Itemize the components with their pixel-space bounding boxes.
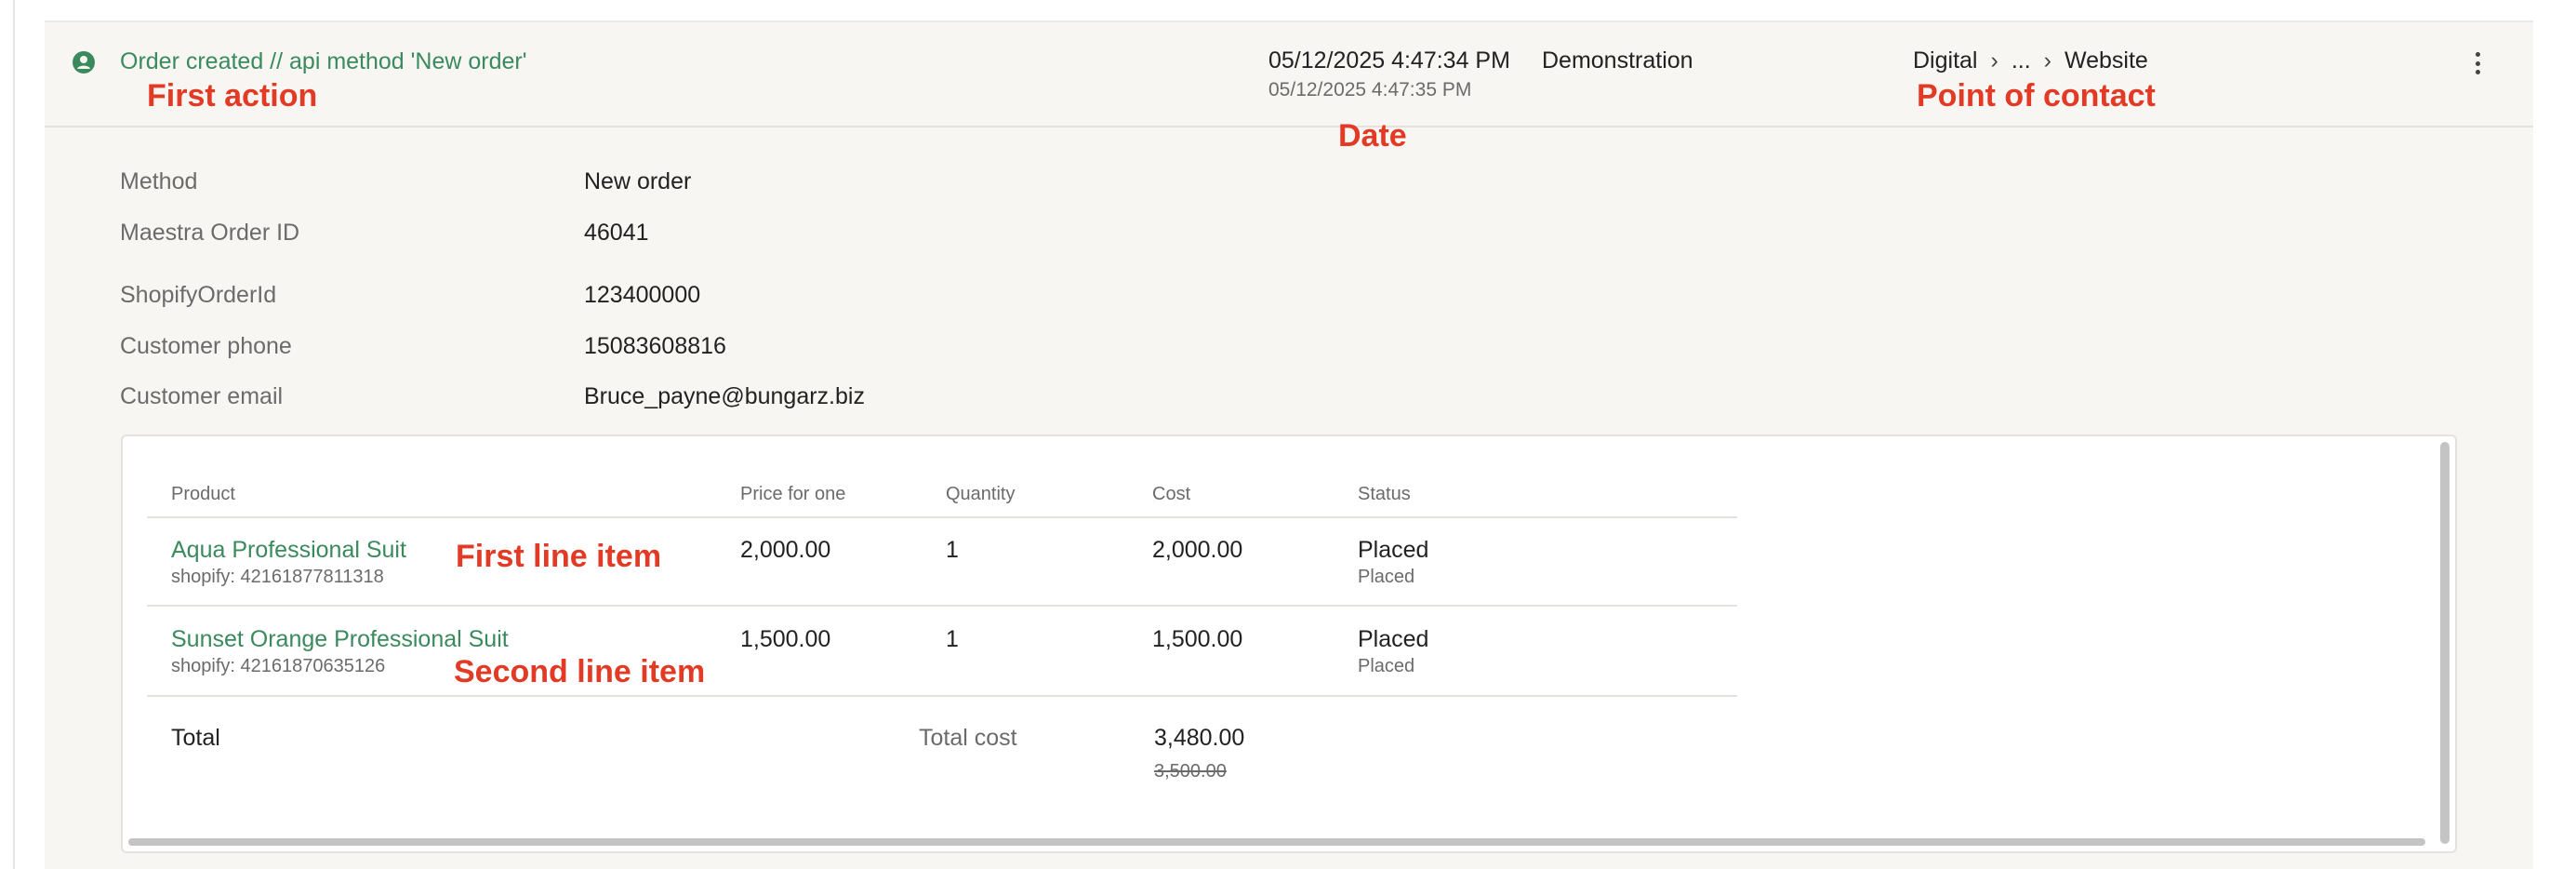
status-sub: Placed bbox=[1358, 567, 1415, 587]
annotation-date: Date bbox=[1338, 118, 1407, 154]
total-cost-value: 3,480.00 bbox=[1154, 725, 1245, 751]
product-id: shopify: 42161870635126 bbox=[171, 656, 386, 676]
status-sub: Placed bbox=[1358, 656, 1415, 676]
contact-crumb: Digital bbox=[1913, 47, 1978, 74]
total-cost-original: 3,500.00 bbox=[1154, 761, 1227, 782]
total-cost-label: Total cost bbox=[919, 725, 1017, 751]
row-divider bbox=[147, 516, 1737, 518]
event-source: Demonstration bbox=[1542, 47, 1693, 74]
contact-crumb[interactable]: ... bbox=[2012, 47, 2031, 74]
price-cell: 2,000.00 bbox=[740, 537, 831, 563]
quantity-cell: 1 bbox=[946, 537, 959, 563]
chevron-right-icon: › bbox=[1990, 47, 1998, 74]
field-label-email: Customer email bbox=[120, 383, 284, 409]
field-value-phone: 15083608816 bbox=[584, 333, 726, 359]
annotation-second-line-item: Second line item bbox=[454, 654, 706, 689]
column-header-quantity: Quantity bbox=[946, 484, 1016, 504]
horizontal-scrollbar[interactable] bbox=[128, 838, 2425, 846]
cost-cell: 2,000.00 bbox=[1152, 537, 1243, 563]
annotation-first-action: First action bbox=[147, 78, 318, 114]
status-cell: Placed bbox=[1358, 537, 1429, 563]
column-header-cost: Cost bbox=[1152, 484, 1191, 504]
status-cell: Placed bbox=[1358, 626, 1429, 652]
field-label-order-id: Maestra Order ID bbox=[120, 220, 300, 246]
event-header[interactable]: Order created // api method 'New order' … bbox=[45, 22, 2533, 127]
point-of-contact-breadcrumb: Digital › ... › Website bbox=[1913, 47, 2148, 74]
cost-cell: 1,500.00 bbox=[1152, 626, 1243, 652]
field-value-shopify-id: 123400000 bbox=[584, 282, 701, 308]
field-label-shopify-id: ShopifyOrderId bbox=[120, 282, 277, 308]
event-date-secondary: 05/12/2025 4:47:35 PM bbox=[1268, 79, 1472, 100]
price-cell: 1,500.00 bbox=[740, 626, 831, 652]
field-value-email: Bruce_payne@bungarz.biz bbox=[584, 383, 865, 409]
column-header-product: Product bbox=[171, 484, 235, 504]
event-panel: Order created // api method 'New order' … bbox=[45, 22, 2533, 869]
annotation-point-of-contact: Point of contact bbox=[1917, 78, 2156, 114]
field-label-method: Method bbox=[120, 168, 198, 194]
event-date: 05/12/2025 4:47:34 PM bbox=[1268, 47, 1510, 74]
field-label-phone: Customer phone bbox=[120, 333, 292, 359]
product-id: shopify: 42161877811318 bbox=[171, 567, 384, 587]
annotation-first-line-item: First line item bbox=[456, 539, 662, 574]
row-divider bbox=[147, 605, 1737, 607]
column-header-price: Price for one bbox=[740, 484, 846, 504]
field-value-order-id: 46041 bbox=[584, 220, 649, 246]
event-title: Order created // api method 'New order' bbox=[120, 48, 527, 74]
product-link[interactable]: Sunset Orange Professional Suit bbox=[171, 626, 509, 653]
column-header-status: Status bbox=[1358, 484, 1411, 504]
chevron-right-icon: › bbox=[2043, 47, 2052, 74]
total-label: Total bbox=[171, 725, 220, 751]
user-status-icon bbox=[73, 51, 95, 74]
vertical-scrollbar[interactable] bbox=[2440, 442, 2450, 844]
contact-crumb: Website bbox=[2064, 47, 2148, 74]
product-link[interactable]: Aqua Professional Suit bbox=[171, 537, 406, 564]
line-items-table: Product Price for one Quantity Cost Stat… bbox=[121, 434, 2457, 853]
more-vertical-icon[interactable] bbox=[2468, 48, 2487, 78]
field-value-method-link[interactable]: New order bbox=[584, 168, 691, 195]
row-divider bbox=[147, 695, 1737, 697]
quantity-cell: 1 bbox=[946, 626, 959, 652]
